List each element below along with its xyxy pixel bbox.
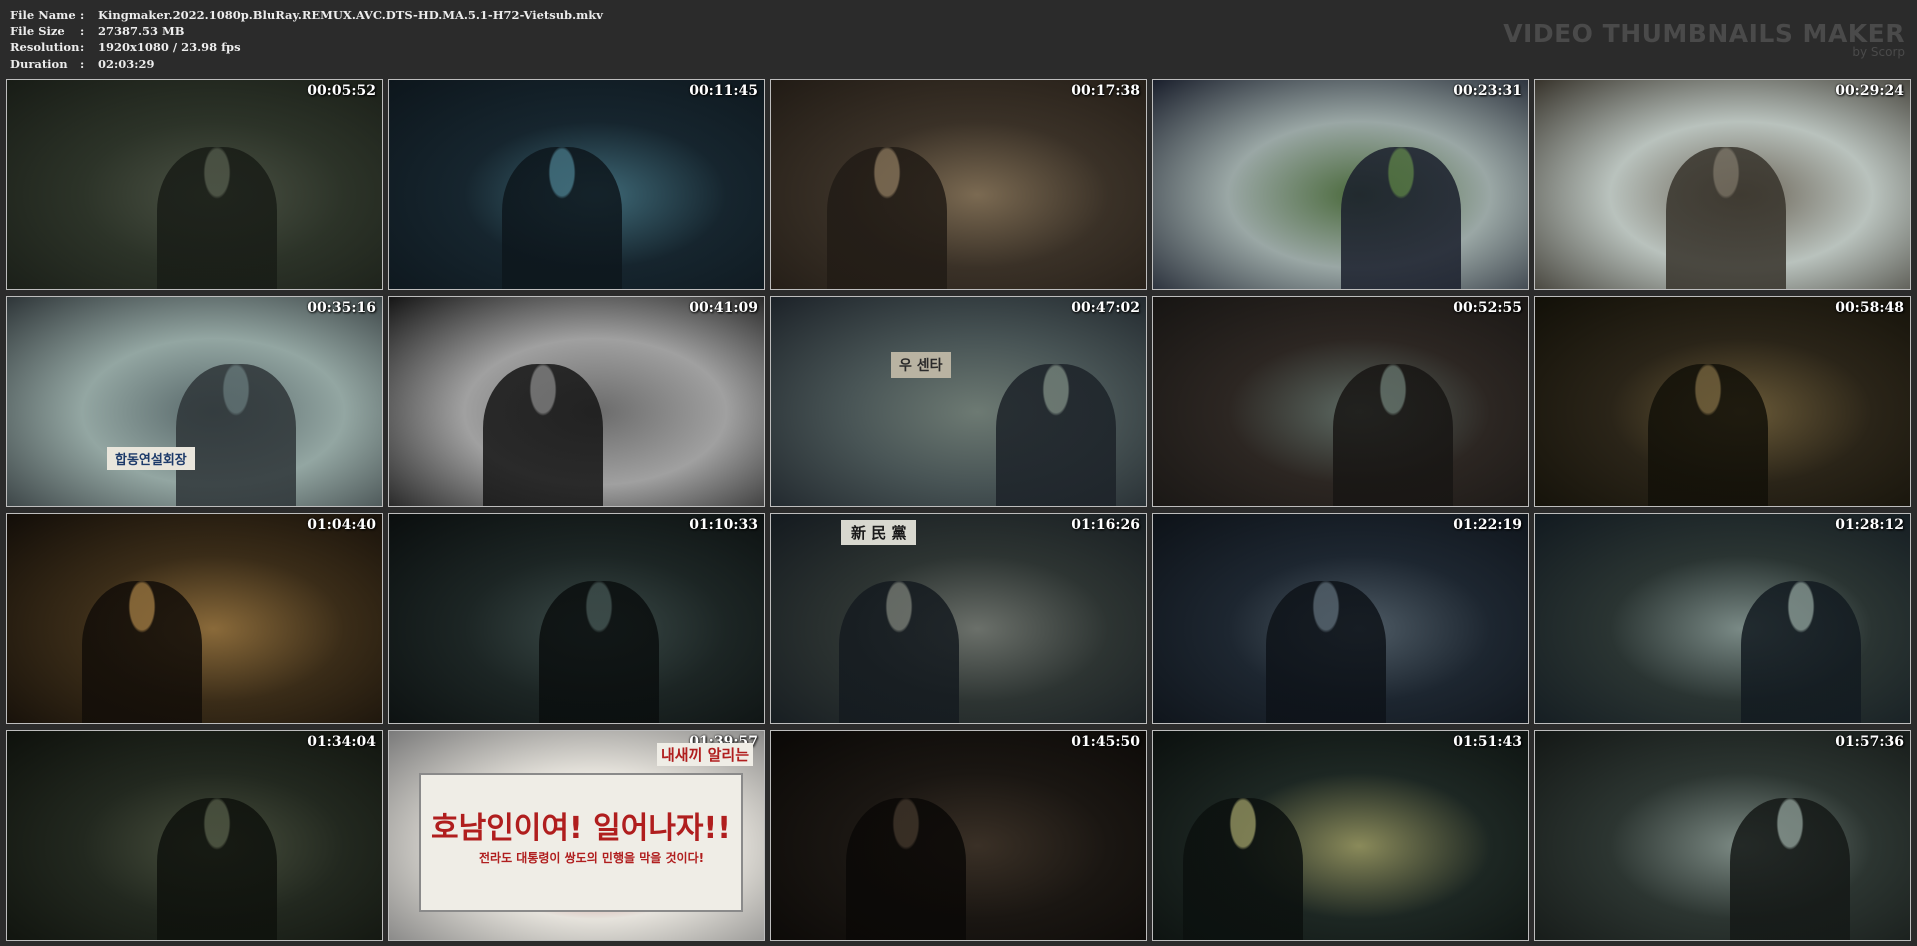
video-thumbnail[interactable]: 00:05:52 xyxy=(6,79,383,290)
figure-silhouette xyxy=(846,797,966,940)
timestamp-label: 00:05:52 xyxy=(307,83,376,99)
timestamp-label: 01:45:50 xyxy=(1071,734,1140,750)
shop-sign-text: 우 센타 xyxy=(891,352,951,378)
video-thumbnail[interactable]: 00:11:45 xyxy=(388,79,765,290)
figure-silhouette xyxy=(838,580,959,723)
figure-silhouette xyxy=(501,146,622,289)
timestamp-label: 00:52:55 xyxy=(1453,300,1522,316)
figure-silhouette xyxy=(539,580,659,723)
timestamp-label: 00:47:02 xyxy=(1071,300,1140,316)
video-thumbnail[interactable]: 01:45:50 xyxy=(770,730,1147,941)
video-thumbnail[interactable]: 00:23:31 xyxy=(1152,79,1529,290)
video-thumbnail[interactable]: 00:58:48 xyxy=(1534,296,1911,507)
video-thumbnail[interactable]: 01:39:57 호남인이여! 일어나자!! 전라도 대통령이 쌍도의 민행을 막을… xyxy=(388,730,765,941)
video-thumbnail[interactable]: 01:04:40 xyxy=(6,513,383,724)
boat-banner-text: 합동연설회장 xyxy=(107,447,195,470)
video-thumbnail[interactable]: 00:17:38 xyxy=(770,79,1147,290)
timestamp-label: 00:11:45 xyxy=(689,83,758,99)
figure-silhouette xyxy=(996,363,1116,506)
timestamp-label: 00:35:16 xyxy=(307,300,376,316)
video-thumbnail[interactable]: 00:29:24 xyxy=(1534,79,1911,290)
thumbnail-frame xyxy=(1535,731,1910,940)
timestamp-label: 00:17:38 xyxy=(1071,83,1140,99)
video-thumbnail[interactable]: 01:10:33 xyxy=(388,513,765,724)
figure-silhouette xyxy=(1333,363,1453,506)
video-thumbnail[interactable]: 00:35:16 합동연설회장 xyxy=(6,296,383,507)
timestamp-label: 00:29:24 xyxy=(1835,83,1904,99)
figure-silhouette xyxy=(1183,797,1303,940)
figure-silhouette xyxy=(1340,146,1461,289)
party-sign-text: 新 民 黨 xyxy=(841,520,917,545)
thumbnail-grid: 00:05:52 00:11:45 00:17:38 00:23:31 00:29:24… xyxy=(0,0,1917,946)
timestamp-label: 01:22:19 xyxy=(1453,517,1522,533)
timestamp-label: 01:34:04 xyxy=(307,734,376,750)
video-thumbnail[interactable]: 00:41:09 xyxy=(388,296,765,507)
timestamp-label: 01:10:33 xyxy=(689,517,758,533)
video-thumbnail[interactable]: 00:47:02 우 센타 xyxy=(770,296,1147,507)
video-thumbnail[interactable]: 00:52:55 xyxy=(1152,296,1529,507)
timestamp-label: 01:16:26 xyxy=(1071,517,1140,533)
timestamp-label: 00:23:31 xyxy=(1453,83,1522,99)
timestamp-label: 00:58:48 xyxy=(1835,300,1904,316)
timestamp-label: 01:04:40 xyxy=(307,517,376,533)
video-thumbnail[interactable]: 01:57:36 xyxy=(1534,730,1911,941)
video-thumbnail[interactable]: 01:22:19 xyxy=(1152,513,1529,724)
video-thumbnail[interactable]: 01:34:04 xyxy=(6,730,383,941)
figure-silhouette xyxy=(1666,146,1787,289)
figure-silhouette xyxy=(157,146,277,289)
figure-silhouette xyxy=(157,797,277,940)
figure-silhouette xyxy=(482,363,603,506)
banner-top-text: 내새끼 알리는 xyxy=(657,743,754,766)
figure-silhouette xyxy=(827,146,948,289)
thumbnail-frame xyxy=(771,514,1146,723)
figure-silhouette xyxy=(1741,580,1862,723)
video-thumbnail[interactable]: 01:16:26 新 民 黨 xyxy=(770,513,1147,724)
timestamp-label: 01:57:36 xyxy=(1835,734,1904,750)
timestamp-label: 00:41:09 xyxy=(689,300,758,316)
video-thumbnail[interactable]: 01:28:12 xyxy=(1534,513,1911,724)
figure-silhouette xyxy=(1265,580,1386,723)
figure-silhouette xyxy=(175,363,296,506)
video-thumbnail[interactable]: 01:51:43 xyxy=(1152,730,1529,941)
banner-main-text: 호남인이여! 일어나자!! xyxy=(431,811,731,846)
figure-silhouette xyxy=(1730,797,1850,940)
figure-silhouette xyxy=(82,580,202,723)
timestamp-label: 01:28:12 xyxy=(1835,517,1904,533)
banner-sub-text: 전라도 대통령이 쌍도의 민행을 막을 것이다! xyxy=(479,851,705,865)
timestamp-label: 01:51:43 xyxy=(1453,734,1522,750)
figure-silhouette xyxy=(1647,363,1768,506)
